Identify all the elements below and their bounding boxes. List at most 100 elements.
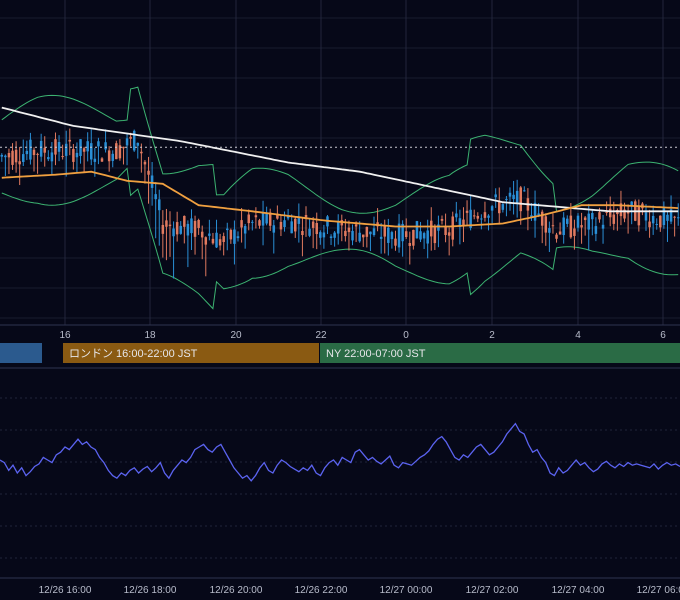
candle-body xyxy=(104,142,107,150)
time-x-tick-label: 12/27 04:00 xyxy=(552,585,605,596)
candle-body xyxy=(408,243,412,246)
candle-body xyxy=(369,231,372,235)
candle-body xyxy=(451,216,454,240)
candle-body xyxy=(226,228,229,231)
price-x-tick-label: 16 xyxy=(59,330,71,341)
candle-body xyxy=(47,157,50,160)
time-x-tick-label: 12/26 18:00 xyxy=(124,585,177,596)
candle-body xyxy=(29,139,32,160)
time-x-tick-label: 12/26 16:00 xyxy=(39,585,92,596)
candle-body xyxy=(365,226,369,237)
candle-body xyxy=(472,215,476,217)
candle-body xyxy=(279,221,283,230)
candle-body xyxy=(36,153,39,155)
candle-body xyxy=(555,234,558,239)
candle-body xyxy=(254,215,258,218)
candle-body xyxy=(14,149,18,163)
candle-body xyxy=(612,214,616,224)
candle-body xyxy=(379,236,383,239)
candle-body xyxy=(548,228,551,233)
candle-body xyxy=(57,142,61,152)
candle-body xyxy=(168,224,172,227)
candle-body xyxy=(329,236,333,238)
candle-body xyxy=(161,224,165,234)
candle-body xyxy=(480,218,483,220)
price-x-tick-label: 0 xyxy=(403,330,409,341)
price-x-tick-label: 4 xyxy=(575,330,581,341)
candle-body xyxy=(243,225,247,234)
candle-body xyxy=(32,149,36,156)
candle-body xyxy=(422,233,426,239)
candle-body xyxy=(175,222,179,235)
candle-body xyxy=(351,230,354,241)
candle-body xyxy=(186,223,190,236)
candle-body xyxy=(455,213,458,218)
forex-chart: 16 18 20 22 0 2 4 6 ロンドン 16:00-22:00 JST NY 22:… xyxy=(0,0,680,600)
candle-body xyxy=(39,140,43,157)
candle-body xyxy=(208,233,211,236)
candle-body xyxy=(82,148,86,152)
candle-body xyxy=(419,231,422,240)
candle-body xyxy=(247,214,250,224)
candle-body xyxy=(430,220,433,237)
candle-body xyxy=(558,231,562,235)
candle-body xyxy=(487,215,490,218)
candle-body xyxy=(61,156,64,158)
candle-body xyxy=(229,229,233,240)
candle-body xyxy=(97,141,100,147)
candle-body xyxy=(86,141,89,152)
candle-body xyxy=(336,221,340,234)
candle-body xyxy=(322,232,326,238)
session-label-ny: NY 22:00-07:00 JST xyxy=(326,348,426,360)
candle-body xyxy=(494,194,497,198)
candle-body xyxy=(358,232,361,242)
candle-body xyxy=(465,210,469,213)
candle-body xyxy=(18,161,21,165)
candle-body xyxy=(308,228,311,236)
candle-body xyxy=(222,236,225,242)
candle-body xyxy=(505,198,508,200)
candle-body xyxy=(440,218,444,221)
candle-body xyxy=(569,215,573,238)
candle-body xyxy=(150,175,154,188)
candle-body xyxy=(437,224,440,231)
candle-body xyxy=(107,150,111,162)
candle-body xyxy=(583,217,587,221)
candle-body xyxy=(501,204,505,210)
candle-body xyxy=(676,217,680,219)
candle-body xyxy=(100,158,104,162)
candle-body xyxy=(605,211,608,213)
candle-body xyxy=(498,201,501,214)
candle-body xyxy=(294,218,297,232)
candle-body xyxy=(659,215,662,228)
candle-body xyxy=(608,208,612,218)
candle-body xyxy=(576,215,580,228)
price-x-tick-label: 20 xyxy=(230,330,242,341)
candle-body xyxy=(172,228,175,237)
time-x-tick-label: 12/27 00:00 xyxy=(380,585,433,596)
candle-body xyxy=(362,234,365,238)
candle-body xyxy=(122,146,125,149)
candle-body xyxy=(240,220,243,228)
candle-body xyxy=(483,212,487,218)
candle-body xyxy=(11,150,14,165)
candle-body xyxy=(666,214,669,221)
time-x-tick-label: 12/27 02:00 xyxy=(466,585,519,596)
candle-body xyxy=(433,226,437,244)
candle-body xyxy=(412,229,415,246)
price-x-tick-label: 6 xyxy=(660,330,666,341)
candle-body xyxy=(297,218,301,224)
candle-body xyxy=(544,216,548,233)
candle-body xyxy=(587,213,590,230)
session-label-london: ロンドン 16:00-22:00 JST xyxy=(69,348,198,360)
candle-body xyxy=(673,216,676,218)
candle-body xyxy=(523,190,526,192)
candle-body xyxy=(354,224,358,227)
time-x-tick-label: 12/26 20:00 xyxy=(210,585,263,596)
candle-body xyxy=(476,215,480,219)
candle-body xyxy=(129,136,132,139)
candle-body xyxy=(165,220,168,227)
candle-body xyxy=(562,217,565,236)
candle-body xyxy=(233,229,236,244)
price-x-tick-label: 18 xyxy=(144,330,156,341)
